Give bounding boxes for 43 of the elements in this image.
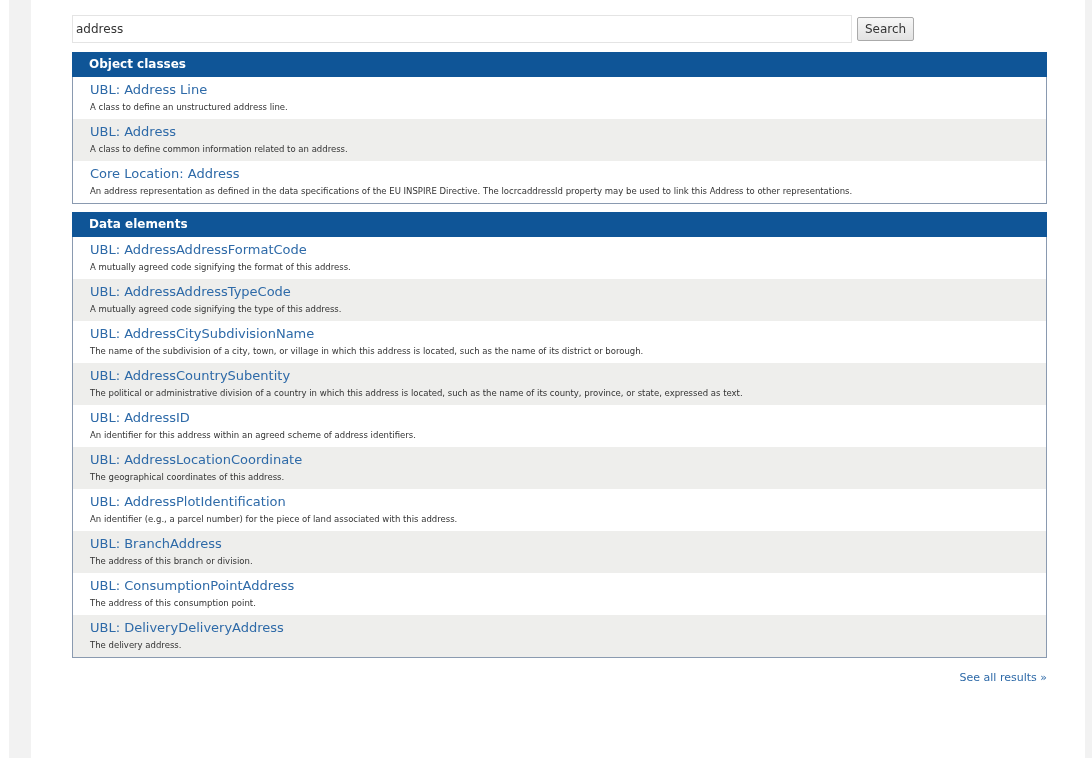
- result-description: A class to define an unstructured address line.: [90, 101, 289, 114]
- result-description: The geographical coordinates of this address.: [90, 471, 286, 484]
- result-row[interactable]: UBL: DeliveryDeliveryAddress The delivery address.: [73, 615, 1046, 657]
- result-link[interactable]: UBL: Address Line: [90, 80, 208, 99]
- result-link[interactable]: UBL: AddressCountrySubentity: [90, 366, 291, 385]
- result-row[interactable]: UBL: AddressAddressFormatCode A mutually agreed code signifying the format of this address.: [73, 237, 1046, 279]
- result-description: The address of this branch or division.: [90, 555, 254, 568]
- see-all-link[interactable]: See all results »: [959, 671, 1047, 684]
- result-description: The name of the subdivision of a city, town, or village in which this address is located, such as the name of its district or borough.: [90, 345, 645, 358]
- result-link[interactable]: UBL: DeliveryDeliveryAddress: [90, 618, 284, 637]
- result-row[interactable]: UBL: Address A class to define common information related to an address.: [73, 119, 1046, 161]
- result-row[interactable]: UBL: Address Line A class to define an unstructured address line.: [73, 77, 1046, 119]
- search-field[interactable]: address: [72, 15, 852, 43]
- result-row[interactable]: UBL: AddressCountrySubentity The political or administrative division of a country in which this address is located, such as the name of its county, province, or state, expressed as text.: [73, 363, 1046, 405]
- result-row[interactable]: UBL: AddressCitySubdivisionName The name of the subdivision of a city, town, or village in which this address is located, such as the name of its district or borough.: [73, 321, 1046, 363]
- result-row[interactable]: UBL: AddressPlotIdentification An identifier (e.g., a parcel number) for the piece of land associated with this address.: [73, 489, 1046, 531]
- result-link[interactable]: UBL: AddressPlotIdentification: [90, 492, 286, 511]
- result-description: The address of this consumption point.: [90, 597, 257, 610]
- result-description: A mutually agreed code signifying the format of this address.: [90, 261, 352, 274]
- result-description: An identifier for this address within an agreed scheme of address identifiers.: [90, 429, 417, 442]
- result-row[interactable]: UBL: AddressAddressTypeCode A mutually agreed code signifying the type of this address.: [73, 279, 1046, 321]
- result-description: A mutually agreed code signifying the type of this address.: [90, 303, 343, 316]
- result-link[interactable]: UBL: AddressID: [90, 408, 190, 427]
- section-header: Data elements: [72, 212, 1047, 237]
- result-link[interactable]: UBL: AddressCitySubdivisionName: [90, 324, 315, 343]
- result-description: An address representation as defined in the data specifications of the EU INSPIRE Directive. The locrcaddressId property may be used to link this Address to other representations.: [90, 185, 854, 198]
- result-link[interactable]: UBL: Address: [90, 122, 176, 141]
- result-link[interactable]: UBL: BranchAddress: [90, 534, 222, 553]
- result-description: An identifier (e.g., a parcel number) for the piece of land associated with this address.: [90, 513, 459, 526]
- result-row[interactable]: UBL: AddressID An identifier for this address within an agreed scheme of address identifiers.: [73, 405, 1046, 447]
- result-row[interactable]: UBL: ConsumptionPointAddress The address of this consumption point.: [73, 573, 1046, 615]
- result-link[interactable]: UBL: ConsumptionPointAddress: [90, 576, 295, 595]
- result-link[interactable]: UBL: AddressLocationCoordinate: [90, 450, 303, 469]
- section-header: Object classes: [72, 52, 1047, 77]
- result-description: The delivery address.: [90, 639, 183, 652]
- result-description: A class to define common information related to an address.: [90, 143, 349, 156]
- result-link[interactable]: UBL: AddressAddressFormatCode: [90, 240, 307, 259]
- result-row[interactable]: UBL: BranchAddress The address of this branch or division.: [73, 531, 1046, 573]
- result-description: The political or administrative division of a country in which this address is located, such as the name of its county, province, or state, expressed as text.: [90, 387, 744, 400]
- search-button[interactable]: Search: [857, 17, 915, 41]
- result-link[interactable]: Core Location: Address: [90, 164, 240, 183]
- result-row[interactable]: UBL: AddressLocationCoordinate The geographical coordinates of this address.: [73, 447, 1046, 489]
- result-link[interactable]: UBL: AddressAddressTypeCode: [90, 282, 291, 301]
